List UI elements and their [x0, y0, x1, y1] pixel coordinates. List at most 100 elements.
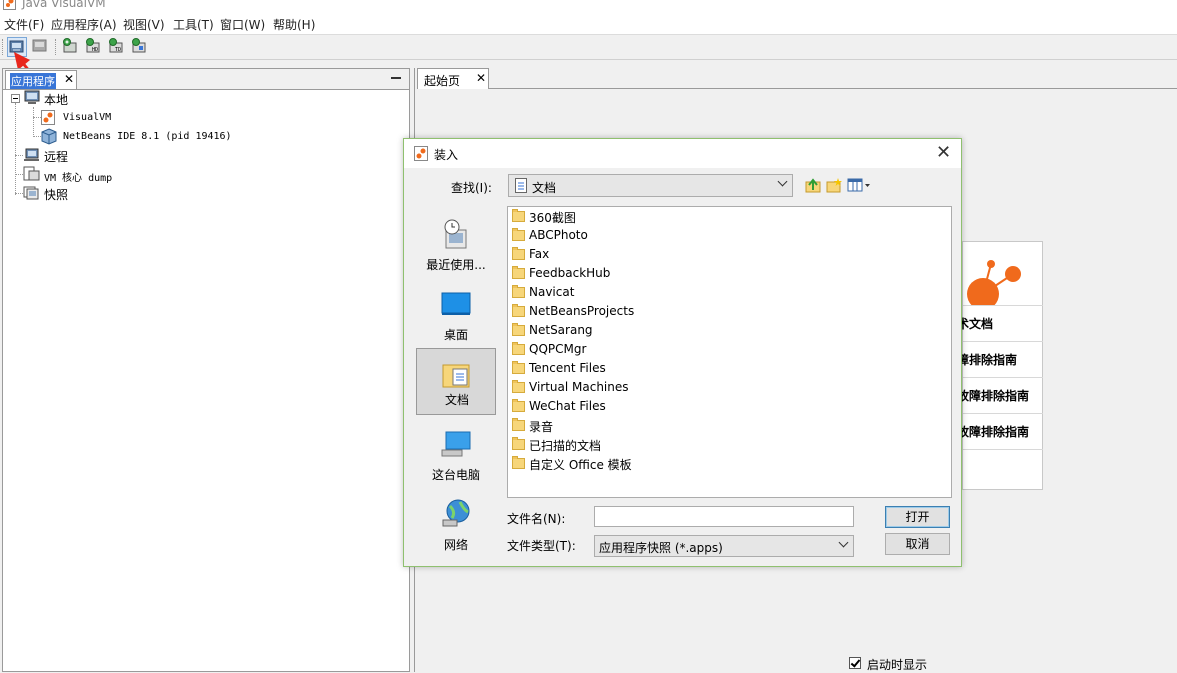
tree-node-netbeans[interactable]: NetBeans IDE 8.1 (pid 19416) [41, 128, 291, 146]
list-item[interactable]: Navicat [512, 284, 932, 303]
menu-help[interactable]: 帮助(H) [273, 16, 315, 33]
places-documents[interactable]: 文档 [416, 348, 496, 415]
file-name: NetBeansProjects [529, 304, 635, 318]
folder-icon [512, 342, 525, 355]
places-recent-label: 最近使用... [426, 258, 486, 272]
look-in-combo[interactable]: 文档 [508, 174, 793, 197]
list-item[interactable]: QQPCMgr [512, 341, 932, 360]
file-name: Navicat [529, 285, 575, 299]
application-snapshot-button[interactable] [130, 37, 150, 57]
create-heap-dump-button[interactable]: HD [84, 37, 104, 57]
tab-applications[interactable]: 应用程序 ✕ [5, 70, 77, 89]
folder-icon [512, 323, 525, 336]
tree-guide [15, 155, 23, 156]
list-item[interactable]: 已扫描的文档 [512, 436, 932, 455]
folder-icon [512, 247, 525, 260]
visualvm-app-icon [414, 146, 428, 161]
filetype-combo[interactable]: 应用程序快照 (*.apps) [594, 535, 854, 557]
snapshots-icon [23, 186, 39, 200]
card-link-troubleshooting[interactable]: 障排除指南 [957, 341, 1043, 376]
tab-underline [489, 88, 1177, 89]
file-name: 录音 [529, 420, 554, 434]
tree-node-visualvm-label: VisualVM [63, 112, 112, 123]
close-icon[interactable]: ✕ [64, 72, 74, 86]
tree-node-remote[interactable]: 远程 [23, 147, 123, 165]
computer-icon [24, 90, 40, 104]
view-menu-button[interactable] [847, 177, 871, 193]
app-snapshot-icon [132, 38, 146, 53]
tree-node-coredump[interactable]: VM 核心 dump [23, 166, 173, 184]
file-name: Tencent Files [529, 361, 606, 375]
desktop-icon [441, 292, 471, 315]
menu-tools[interactable]: 工具(T) [173, 16, 214, 33]
list-item[interactable]: Fax [512, 246, 932, 265]
places-recent[interactable]: 最近使用... [416, 214, 496, 280]
new-folder-icon[interactable] [826, 177, 842, 193]
list-item[interactable]: 360截图 [512, 208, 932, 227]
list-item[interactable]: 录音 [512, 417, 932, 436]
tab-applications-label: 应用程序 [10, 73, 56, 89]
tree-node-remote-label: 远程 [44, 150, 69, 164]
menu-applications[interactable]: 应用程序(A) [51, 16, 117, 33]
list-view-icon [847, 178, 870, 192]
list-item[interactable]: Virtual Machines [512, 379, 932, 398]
thread-dump-icon: TD [109, 38, 123, 53]
places-network[interactable]: 网络 [416, 494, 496, 560]
list-item[interactable]: ABCPhoto [512, 227, 932, 246]
card-empty-row [963, 449, 1043, 490]
filetype-value: 应用程序快照 (*.apps) [599, 541, 723, 555]
places-this-pc[interactable]: 这台电脑 [416, 424, 496, 490]
file-name: ABCPhoto [529, 228, 588, 242]
places-this-pc-label: 这台电脑 [431, 468, 480, 482]
collapse-icon[interactable] [11, 94, 20, 103]
card-link-docs[interactable]: 术文档 [957, 305, 1043, 340]
netbeans-cube-icon [41, 128, 57, 145]
look-in-value: 文档 [532, 181, 557, 195]
look-in-label: 查找(I): [451, 181, 492, 195]
tree-node-local-label: 本地 [44, 93, 69, 107]
window-title: Java VisualVM [22, 0, 106, 10]
remote-host-icon [24, 148, 39, 161]
card-link-troubleshooting-3[interactable]: 故障排除指南 [957, 413, 1043, 448]
card-link-troubleshooting-3-label: 故障排除指南 [957, 425, 1030, 439]
up-folder-icon[interactable] [805, 177, 821, 193]
chevron-down-icon[interactable] [838, 537, 849, 548]
tree-node-snapshots[interactable]: 快照 [23, 185, 123, 203]
filename-input[interactable] [594, 506, 854, 527]
card-link-troubleshooting-2[interactable]: 故障排除指南 [957, 377, 1043, 412]
menu-window[interactable]: 窗口(W) [220, 16, 265, 33]
close-icon[interactable]: ✕ [476, 71, 486, 85]
menu-view[interactable]: 视图(V) [123, 16, 165, 33]
tree-guide [15, 103, 16, 195]
list-item[interactable]: NetSarang [512, 322, 932, 341]
menu-file[interactable]: 文件(F) [4, 16, 44, 33]
dialog-titlebar: 装入 ✕ [404, 139, 961, 168]
svg-text:HD: HD [92, 47, 98, 53]
folder-icon [512, 304, 525, 317]
list-item[interactable]: Tencent Files [512, 360, 932, 379]
minimize-icon[interactable] [391, 77, 401, 79]
show-on-startup-label: 启动时显示 [867, 658, 928, 672]
folder-icon [512, 437, 525, 450]
list-item[interactable]: 自定义 Office 模板 [512, 455, 932, 474]
open-button[interactable]: 打开 [885, 506, 950, 528]
tree-node-visualvm[interactable]: VisualVM [41, 109, 161, 127]
list-item[interactable]: FeedbackHub [512, 265, 932, 284]
tree-node-local[interactable]: 本地 [9, 90, 109, 108]
close-icon[interactable]: ✕ [936, 142, 951, 163]
folder-icon [512, 380, 525, 393]
applications-tabbar: 应用程序 ✕ [3, 69, 409, 90]
tab-start-page[interactable]: 起始页 ✕ [417, 68, 489, 89]
file-list: 360截图 ABCPhoto Fax FeedbackHub Navicat N… [507, 206, 952, 498]
thread-dump-button[interactable]: TD [107, 37, 127, 57]
cancel-button[interactable]: 取消 [885, 533, 950, 555]
list-item[interactable]: WeChat Files [512, 398, 932, 417]
file-name: Virtual Machines [529, 380, 629, 394]
file-name: FeedbackHub [529, 266, 611, 280]
places-desktop[interactable]: 桌面 [416, 284, 496, 350]
list-item[interactable]: NetBeansProjects [512, 303, 932, 322]
tree-node-snapshots-label: 快照 [44, 188, 69, 202]
chevron-down-icon[interactable] [777, 176, 788, 187]
show-on-startup-checkbox[interactable] [849, 657, 861, 669]
tree-node-netbeans-label: NetBeans IDE 8.1 (pid 19416) [63, 131, 232, 142]
